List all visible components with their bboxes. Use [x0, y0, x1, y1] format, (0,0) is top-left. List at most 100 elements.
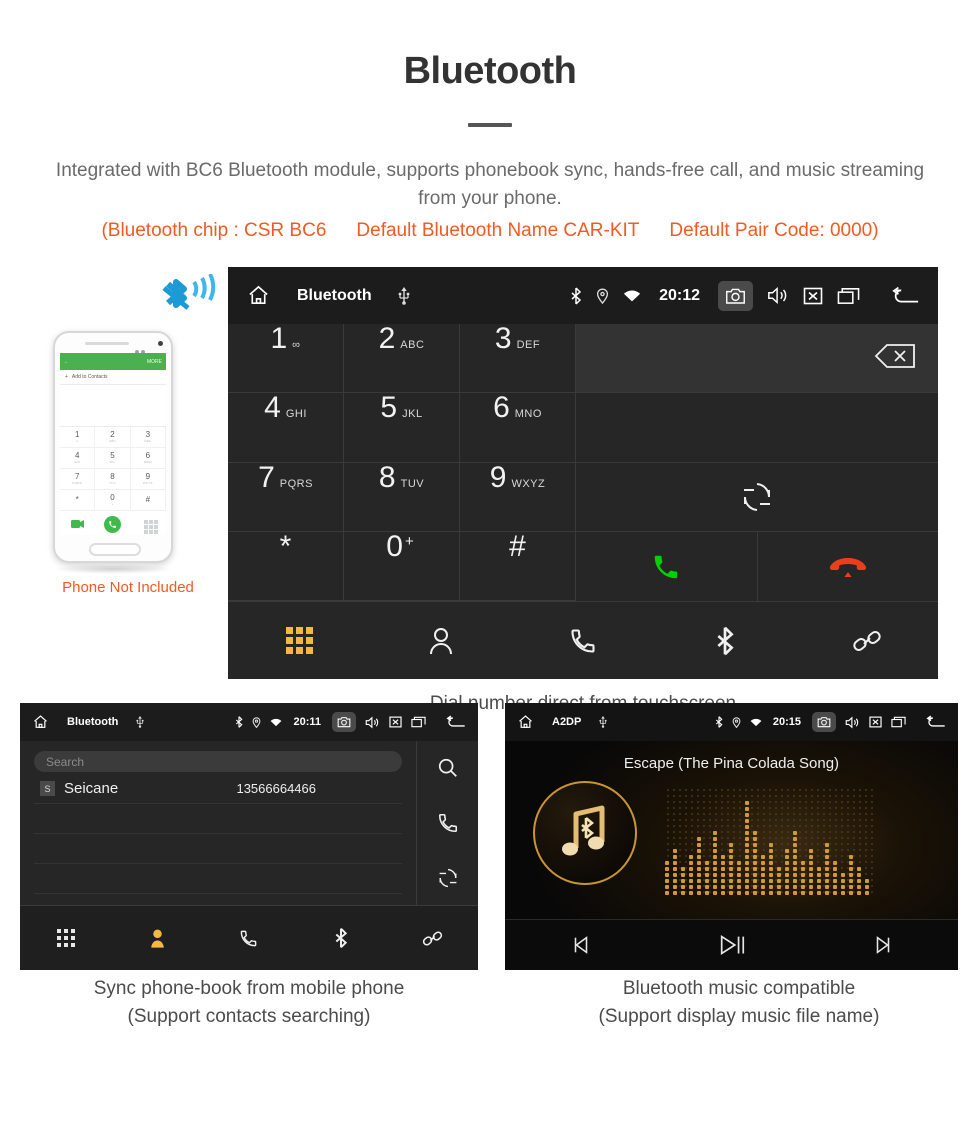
nav-link[interactable] — [796, 626, 938, 656]
key-sub: DEF — [516, 339, 541, 352]
volume-icon[interactable] — [767, 286, 789, 305]
key-1[interactable]: 1 ∞ — [228, 324, 344, 394]
key-number: 3 — [494, 322, 512, 356]
contact-list: Search S Seicane 13566664466 — [20, 741, 416, 905]
wifi-icon — [270, 718, 282, 727]
play-pause-button[interactable] — [656, 932, 807, 958]
key-3[interactable]: 3 DEF — [460, 322, 576, 394]
key-8[interactable]: 8 TUV — [344, 462, 460, 532]
plus-icon: + — [65, 374, 68, 381]
search-button[interactable] — [417, 741, 478, 796]
mute-box-icon[interactable] — [869, 716, 882, 728]
phone-key: 2 ABC — [95, 427, 131, 449]
key-4[interactable]: 4 GHI — [228, 391, 344, 463]
search-input[interactable]: Search — [34, 751, 402, 773]
key-9[interactable]: 9 WXYZ — [460, 462, 576, 532]
phonebook-status-bar: Bluetooth 20:11 — [20, 703, 478, 742]
phone-key-sub: ABC — [108, 439, 117, 444]
nav-contacts[interactable] — [370, 626, 512, 656]
phone-back-icon: ← — [64, 358, 69, 365]
music-body: Escape (The Pina Colada Song) — [505, 741, 958, 920]
call-log-icon — [571, 629, 595, 653]
phone-key: 1 ∞ — [60, 427, 96, 449]
volume-icon[interactable] — [365, 716, 380, 729]
nav-call-log[interactable] — [203, 928, 295, 949]
nav-link[interactable] — [386, 928, 478, 949]
phone-home-button — [89, 543, 141, 557]
recents-icon[interactable] — [411, 716, 426, 728]
play-pause-icon — [720, 935, 744, 956]
key-5[interactable]: 5 JKL — [344, 393, 460, 463]
key-star[interactable]: * — [228, 531, 344, 602]
home-icon[interactable] — [246, 284, 271, 307]
key-hash[interactable]: # — [460, 531, 576, 602]
back-arrow-icon[interactable] — [925, 715, 946, 729]
phonebook-navbar — [20, 905, 478, 971]
phone-key-num: 1 — [74, 430, 80, 440]
camera-icon[interactable] — [332, 712, 356, 733]
dialer-screen: Bluetooth 20:12 1 ∞ 2 ABC 3 DEF 4 GHI 5 … — [228, 267, 938, 680]
recents-icon[interactable] — [891, 716, 906, 728]
call-icon — [438, 814, 457, 833]
back-arrow-icon[interactable] — [445, 715, 466, 729]
phone-keypad-icon — [144, 519, 159, 534]
location-pin-icon — [252, 716, 261, 728]
nav-contacts[interactable] — [112, 928, 204, 949]
phonebook-caption-line1: Sync phone-book from mobile phone — [93, 978, 405, 1000]
phonebook-side-actions — [416, 741, 478, 906]
camera-icon[interactable] — [718, 280, 753, 311]
key-sub: JKL — [402, 408, 423, 421]
home-icon[interactable] — [32, 714, 49, 730]
contacts-icon — [151, 929, 164, 948]
back-arrow-icon[interactable] — [890, 286, 920, 306]
link-icon — [422, 931, 442, 946]
phone-key-sub: DEF — [144, 439, 152, 444]
key-number: 4 — [264, 391, 281, 425]
dialer-keys: 1 ∞ 2 ABC 3 DEF 4 GHI 5 JKL 6 MNO 7 PQRS 8 TUV 9… — [228, 322, 576, 602]
key-7[interactable]: 7 PQRS — [228, 460, 344, 532]
key-2[interactable]: 2 ABC — [344, 324, 460, 394]
phone-key: 9 WXYZ — [130, 469, 166, 491]
dialer-sync-cell[interactable] — [576, 462, 938, 533]
key-sub: PQRS — [279, 477, 313, 490]
key-number: 0 — [386, 529, 403, 563]
call-icon — [655, 555, 678, 578]
key-number: 6 — [493, 391, 510, 425]
sync-button[interactable] — [417, 850, 478, 905]
phone-key-num: 7 — [74, 472, 80, 482]
phone-number-area — [60, 385, 166, 428]
nav-bluetooth[interactable] — [295, 927, 387, 949]
phone-key: 4 GHI — [60, 448, 96, 470]
nav-bluetooth[interactable] — [654, 625, 796, 657]
nav-dialpad[interactable] — [20, 929, 112, 948]
volume-icon[interactable] — [845, 716, 860, 729]
call-button[interactable] — [417, 796, 478, 851]
key-6[interactable]: 6 MNO — [460, 391, 576, 463]
recents-icon[interactable] — [837, 287, 860, 305]
dialed-number-field[interactable] — [576, 324, 938, 394]
nav-dialpad[interactable] — [228, 627, 370, 655]
home-icon[interactable] — [517, 714, 534, 730]
camera-icon[interactable] — [812, 712, 836, 733]
bluetooth-icon — [717, 626, 734, 655]
hangup-button[interactable] — [757, 532, 938, 602]
backspace-icon[interactable] — [874, 341, 916, 376]
previous-track-button[interactable] — [505, 934, 656, 956]
add-contact-label: Add to Contacts — [71, 374, 108, 381]
contacts-icon — [430, 627, 452, 654]
mute-box-icon[interactable] — [803, 287, 823, 305]
call-button[interactable] — [576, 532, 758, 602]
key-0[interactable]: 0 + — [344, 529, 460, 602]
phone-key-num: * — [75, 495, 79, 505]
call-log-icon — [241, 930, 257, 946]
mute-box-icon[interactable] — [389, 716, 402, 728]
nav-call-log[interactable] — [512, 626, 654, 656]
phone-key-sub: ∞ — [75, 439, 79, 444]
phone-video-icon — [70, 520, 84, 529]
phone-key-num: 8 — [110, 472, 115, 482]
key-number: 7 — [258, 460, 275, 494]
next-track-button[interactable] — [807, 934, 958, 956]
table-row[interactable]: S Seicane 13566664466 — [34, 774, 402, 805]
music-controls — [505, 919, 958, 971]
location-pin-icon — [732, 716, 741, 728]
